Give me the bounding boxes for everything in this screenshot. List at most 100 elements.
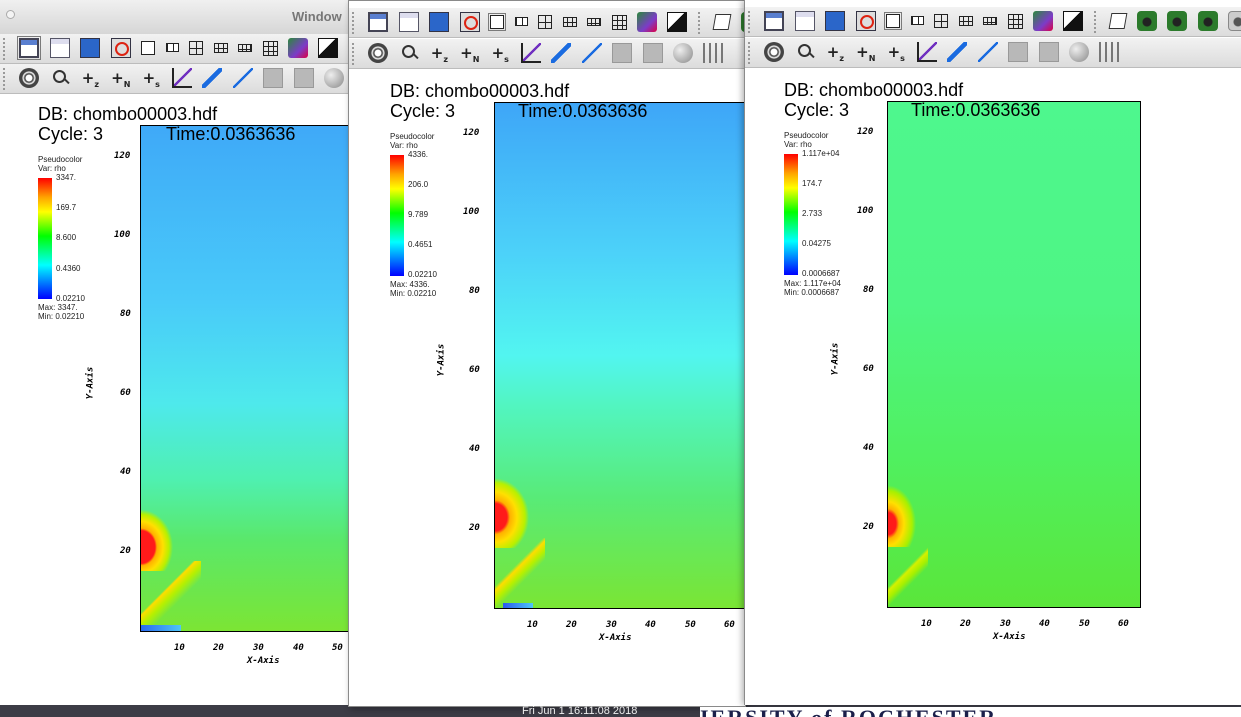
layout-1x2-icon[interactable] <box>514 17 528 26</box>
x-tick-label: 40 <box>645 620 656 630</box>
navigate-icon[interactable] <box>19 68 40 88</box>
layout-1x1-icon[interactable] <box>141 41 156 55</box>
zone-pick-icon[interactable]: +z <box>429 43 449 64</box>
camera-gray-icon[interactable] <box>1228 11 1241 31</box>
lineout-icon[interactable] <box>916 42 937 62</box>
active-window-icon[interactable] <box>764 11 785 31</box>
layout-3x3-icon[interactable] <box>262 41 278 56</box>
lock-view-icon[interactable] <box>287 38 308 58</box>
window-close-dot-icon[interactable] <box>6 10 15 19</box>
box-tool-icon[interactable] <box>1008 42 1029 62</box>
legend-min: Min: 0.02210 <box>38 312 85 321</box>
save-image-icon[interactable] <box>1136 11 1157 31</box>
lock-view-icon[interactable] <box>1032 11 1053 31</box>
camera-icon[interactable] <box>1197 11 1218 31</box>
toolbar-grip[interactable] <box>1093 11 1101 33</box>
layout-1x2-icon[interactable] <box>165 43 179 52</box>
lineout-icon[interactable] <box>171 68 192 88</box>
sphere-tool-icon[interactable] <box>323 68 344 88</box>
pick-arrow-icon[interactable] <box>947 42 968 62</box>
spreadsheet-pick-icon[interactable]: +s <box>141 68 161 89</box>
toolbar-grip[interactable] <box>352 43 359 65</box>
layout-2x4-icon[interactable] <box>238 44 253 52</box>
navigate-icon[interactable] <box>368 43 389 63</box>
layout-2x4-icon[interactable] <box>587 18 602 26</box>
viz-window-1[interactable]: Window +z +N +s DB: chombo00003.hdf Cycl… <box>0 0 361 705</box>
x-tick-label: 30 <box>253 643 264 653</box>
zone-pick-icon[interactable]: +z <box>825 42 845 63</box>
window-1-titlebar[interactable]: Window <box>0 0 360 35</box>
zoom-icon[interactable] <box>50 68 70 88</box>
layout-2x3-icon[interactable] <box>562 17 577 27</box>
viz-window-3[interactable]: +z +N +s DB: chombo00003.hdf Cycle: 3 Ps… <box>744 0 1241 705</box>
lineout-icon[interactable] <box>520 43 541 63</box>
y-tick-label: 20 <box>120 546 131 556</box>
layout-2x3-icon[interactable] <box>213 43 228 53</box>
plane-tool-icon[interactable] <box>642 43 663 63</box>
sphere-tool-icon[interactable] <box>672 43 693 63</box>
active-window-icon[interactable] <box>17 36 42 60</box>
layout-1x1-icon[interactable] <box>884 12 903 30</box>
node-pick-icon[interactable]: +N <box>856 42 876 63</box>
zoom-icon[interactable] <box>399 43 419 63</box>
line-tool-icon[interactable] <box>581 43 602 63</box>
active-window-icon[interactable] <box>368 12 389 32</box>
axis-restrict-icon[interactable] <box>703 43 724 63</box>
box-tool-icon[interactable] <box>612 43 633 63</box>
copy-window-icon[interactable] <box>429 12 450 32</box>
delete-window-icon[interactable] <box>855 11 876 31</box>
layout-2x2-icon[interactable] <box>934 14 949 28</box>
inflow-feature <box>503 603 533 608</box>
zone-pick-icon[interactable]: +z <box>80 68 100 89</box>
layout-3x3-icon[interactable] <box>611 15 627 30</box>
camera-icon[interactable] <box>1167 11 1188 31</box>
pick-arrow-icon[interactable] <box>551 43 572 63</box>
new-window-icon[interactable] <box>49 38 70 58</box>
pick-arrow-icon[interactable] <box>202 68 223 88</box>
delete-window-icon[interactable] <box>110 38 131 58</box>
viz-window-2[interactable]: +z +N +s DB: chombo00003.hdf Cycle: 3 Ps… <box>348 0 746 707</box>
navigate-icon[interactable] <box>764 42 785 62</box>
line-tool-icon[interactable] <box>232 68 253 88</box>
plane-tool-icon[interactable] <box>1038 42 1059 62</box>
box-tool-icon[interactable] <box>263 68 284 88</box>
sphere-tool-icon[interactable] <box>1068 42 1089 62</box>
node-pick-icon[interactable]: +N <box>111 68 131 89</box>
layout-1x2-icon[interactable] <box>910 16 924 25</box>
pseudocolor-plot[interactable] <box>887 101 1141 608</box>
pseudocolor-plot[interactable] <box>494 102 745 609</box>
toolbar-grip[interactable] <box>697 12 705 34</box>
new-window-icon[interactable] <box>794 11 815 31</box>
spin-mode-icon[interactable] <box>1108 13 1128 29</box>
copy-window-icon[interactable] <box>825 11 846 31</box>
line-tool-icon[interactable] <box>977 42 998 62</box>
x-tick-label: 60 <box>1118 619 1129 629</box>
spreadsheet-pick-icon[interactable]: +s <box>490 43 510 64</box>
layout-2x3-icon[interactable] <box>958 16 973 26</box>
y-tick-label: 40 <box>863 443 874 453</box>
lock-view-icon[interactable] <box>636 12 657 32</box>
toolbar-grip[interactable] <box>352 12 359 34</box>
layout-2x2-icon[interactable] <box>189 41 204 55</box>
axis-restrict-icon[interactable] <box>1099 42 1120 62</box>
layout-2x4-icon[interactable] <box>983 17 998 25</box>
new-window-icon[interactable] <box>398 12 419 32</box>
spreadsheet-pick-icon[interactable]: +s <box>886 42 906 63</box>
pseudocolor-plot[interactable] <box>140 125 360 632</box>
spin-mode-icon[interactable] <box>712 14 732 30</box>
copy-window-icon[interactable] <box>80 38 101 58</box>
toolbar-grip[interactable] <box>748 42 755 64</box>
layout-3x3-icon[interactable] <box>1007 14 1023 29</box>
node-pick-icon[interactable]: +N <box>460 43 480 64</box>
layout-1x1-icon[interactable] <box>488 13 507 31</box>
invert-background-icon[interactable] <box>667 12 688 32</box>
layout-2x2-icon[interactable] <box>538 15 553 29</box>
toolbar-grip[interactable] <box>3 68 10 90</box>
toolbar-grip[interactable] <box>3 38 10 60</box>
delete-window-icon[interactable] <box>459 12 480 32</box>
zoom-icon[interactable] <box>795 42 815 62</box>
invert-background-icon[interactable] <box>318 38 339 58</box>
invert-background-icon[interactable] <box>1063 11 1084 31</box>
toolbar-grip[interactable] <box>748 11 755 33</box>
plane-tool-icon[interactable] <box>293 68 314 88</box>
